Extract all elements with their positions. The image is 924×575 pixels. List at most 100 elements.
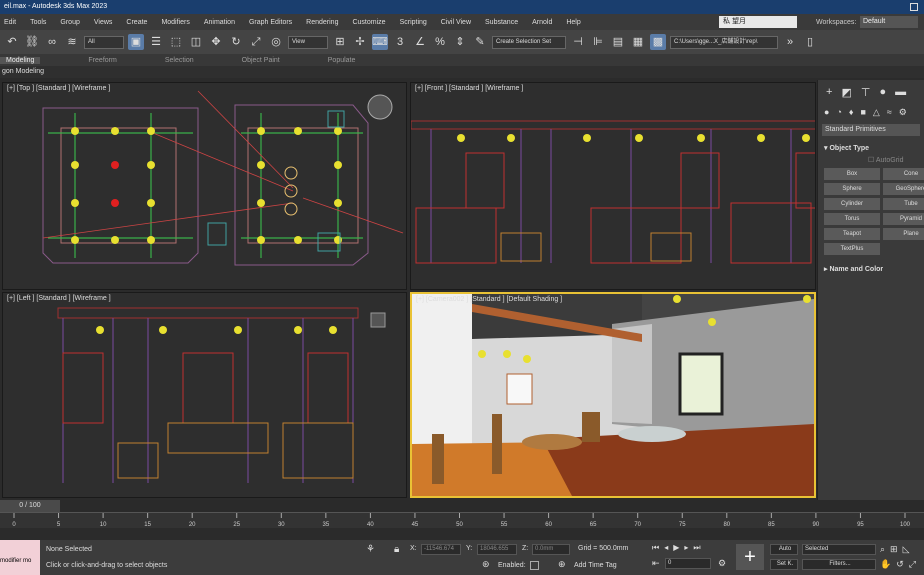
textplus-button[interactable]: TextPlus [824, 243, 880, 255]
restore-window-icon[interactable] [910, 3, 918, 11]
menu-edit[interactable]: Edit [4, 19, 16, 26]
enabled-checkbox[interactable] [530, 561, 539, 570]
cameras-icon[interactable]: ■ [860, 107, 865, 118]
time-slider-track[interactable] [0, 500, 924, 512]
viewport-camera[interactable]: [+] [Camera002 ] [Standard ] [Default Sh… [410, 292, 816, 498]
layer-explorer-icon[interactable]: ▤ [610, 34, 626, 50]
zoom-icon[interactable]: ⌕ [880, 544, 885, 555]
rotate-icon[interactable]: ↻ [228, 34, 244, 50]
manipulate-icon[interactable]: ✢ [352, 34, 368, 50]
unlink-icon[interactable]: ∞ [44, 34, 60, 50]
viewport-left[interactable]: [+] [Left ] [Standard ] [Wireframe ] [2, 292, 407, 498]
play-icon[interactable]: ▶ [673, 543, 679, 553]
go-to-start-icon[interactable]: ⏮ [652, 543, 659, 553]
expand-toolbar-icon[interactable]: » [782, 34, 798, 50]
pyramid-button[interactable]: Pyramid [883, 213, 924, 225]
viewport-left-label[interactable]: [+] [Left ] [Standard ] [Wireframe ] [7, 295, 111, 302]
geosphere-button[interactable]: GeoSphere [883, 183, 924, 195]
viewcube-icon[interactable] [367, 94, 393, 120]
pan-icon[interactable]: ✋ [880, 559, 891, 570]
angle-snap-icon[interactable]: ∠ [412, 34, 428, 50]
viewcube-left-icon[interactable] [370, 312, 386, 328]
keyboard-shortcut-override-icon[interactable]: ⌨ [372, 34, 388, 50]
current-frame-field[interactable]: 0 [665, 558, 711, 569]
tab-populate[interactable]: Populate [320, 57, 356, 64]
menu-customize[interactable]: Customize [352, 19, 385, 26]
material-editor-icon[interactable]: ▩ [650, 34, 666, 50]
window-crossing-icon[interactable]: ◫ [188, 34, 204, 50]
key-mode-icon[interactable]: ⇤ [652, 558, 660, 569]
previous-frame-icon[interactable]: ◂ [664, 543, 668, 553]
menu-arnold[interactable]: Arnold [532, 19, 552, 26]
teapot-button[interactable]: Teapot [824, 228, 880, 240]
viewport-top-label[interactable]: [+] [Top ] [Standard ] [Wireframe ] [7, 85, 110, 92]
systems-icon[interactable]: ⚙ [899, 107, 907, 118]
viewport-front-label[interactable]: [+] [Front ] [Standard ] [Wireframe ] [415, 85, 523, 92]
viewport-top[interactable]: [+] [Top ] [Standard ] [Wireframe ] [2, 82, 407, 290]
mirror-icon[interactable]: ⊣ [570, 34, 586, 50]
spinner-snap-icon[interactable]: ⇕ [452, 34, 468, 50]
add-time-tag-button[interactable]: Add Time Tag [574, 562, 617, 569]
tab-selection[interactable]: Selection [157, 57, 194, 64]
menu-civil-view[interactable]: Civil View [441, 19, 471, 26]
selection-lock-icon[interactable]: 🔒︎ [394, 544, 399, 555]
modify-tab-icon[interactable]: ◩ [841, 86, 851, 99]
motion-tab-icon[interactable]: ● [879, 86, 886, 99]
z-coordinate-field[interactable]: 0.0mm [532, 544, 570, 555]
edit-named-sets-icon[interactable]: ✎ [472, 34, 488, 50]
dock-panel-icon[interactable]: ▯ [802, 34, 818, 50]
x-coordinate-field[interactable]: -11546.674 [421, 544, 461, 555]
menu-scripting[interactable]: Scripting [400, 19, 427, 26]
display-tab-icon[interactable]: ▬ [895, 86, 906, 99]
move-icon[interactable]: ✥ [208, 34, 224, 50]
name-color-rollout[interactable]: ▸ Name and Color [818, 261, 924, 277]
link-icon[interactable]: ⛓ [24, 34, 40, 50]
maxscript-listener[interactable]: modifier mo [0, 540, 40, 575]
torus-button[interactable]: Torus [824, 213, 880, 225]
menu-create[interactable]: Create [126, 19, 147, 26]
scene-explorer-icon[interactable]: ▦ [630, 34, 646, 50]
project-path-field[interactable]: C:\Users\gge...X_店舗設計\rep\ [670, 35, 778, 49]
place-icon[interactable]: ◎ [268, 34, 284, 50]
menu-tools[interactable]: Tools [30, 19, 46, 26]
create-tab-icon[interactable]: + [826, 86, 832, 99]
workspaces-dropdown[interactable]: Default [860, 16, 918, 28]
menu-modifiers[interactable]: Modifiers [161, 19, 189, 26]
zoom-all-icon[interactable]: ⊞ [890, 544, 898, 555]
viewport-camera-label[interactable]: [+] [Camera002 ] [Standard ] [Default Sh… [416, 296, 562, 303]
select-by-name-icon[interactable]: ☰ [148, 34, 164, 50]
menu-graph-editors[interactable]: Graph Editors [249, 19, 292, 26]
user-account-dropdown[interactable]: 私 望月 [719, 16, 797, 28]
sphere-button[interactable]: Sphere [824, 183, 880, 195]
percent-snap-icon[interactable]: % [432, 34, 448, 50]
menu-animation[interactable]: Animation [204, 19, 235, 26]
menu-views[interactable]: Views [94, 19, 113, 26]
tab-object-paint[interactable]: Object Paint [234, 57, 280, 64]
cone-button[interactable]: Cone [883, 168, 924, 180]
viewport-front[interactable]: [+] [Front ] [Standard ] [Wireframe ] [410, 82, 816, 290]
select-object-icon[interactable]: ▣ [128, 34, 144, 50]
add-time-tag-icon[interactable]: ⊕ [558, 559, 566, 570]
pivot-center-icon[interactable]: ⊞ [332, 34, 348, 50]
reference-coord-dropdown[interactable]: View [288, 35, 328, 49]
cylinder-button[interactable]: Cylinder [824, 198, 880, 210]
menu-group[interactable]: Group [60, 19, 79, 26]
tube-button[interactable]: Tube [883, 198, 924, 210]
tab-modeling[interactable]: Modeling [0, 56, 41, 64]
autogrid-checkbox[interactable]: ☐ AutoGrid [818, 156, 924, 168]
next-frame-icon[interactable]: ▸ [684, 543, 688, 553]
key-filter-dropdown[interactable]: Selected [802, 544, 876, 555]
scale-icon[interactable]: ⤢ [248, 34, 264, 50]
spacewarps-icon[interactable]: ≈ [887, 107, 892, 118]
menu-help[interactable]: Help [566, 19, 580, 26]
maximize-viewport-icon[interactable]: ⤢ [909, 559, 916, 570]
menu-substance[interactable]: Substance [485, 19, 518, 26]
hierarchy-tab-icon[interactable]: ⊤ [861, 86, 871, 99]
polygon-modeling-label[interactable]: gon Modeling [2, 68, 44, 75]
lights-icon[interactable]: ♦ [849, 107, 854, 118]
align-icon[interactable]: ⊫ [590, 34, 606, 50]
bind-spacewarp-icon[interactable]: ≋ [64, 34, 80, 50]
track-bar[interactable]: 0 5 10 15 20 25 30 35 40 45 50 55 60 65 70 75 80 85 90 95 10… [0, 512, 924, 528]
object-type-rollout[interactable]: ▾ Object Type [818, 140, 924, 156]
orbit-icon[interactable]: ↺ [896, 559, 904, 570]
